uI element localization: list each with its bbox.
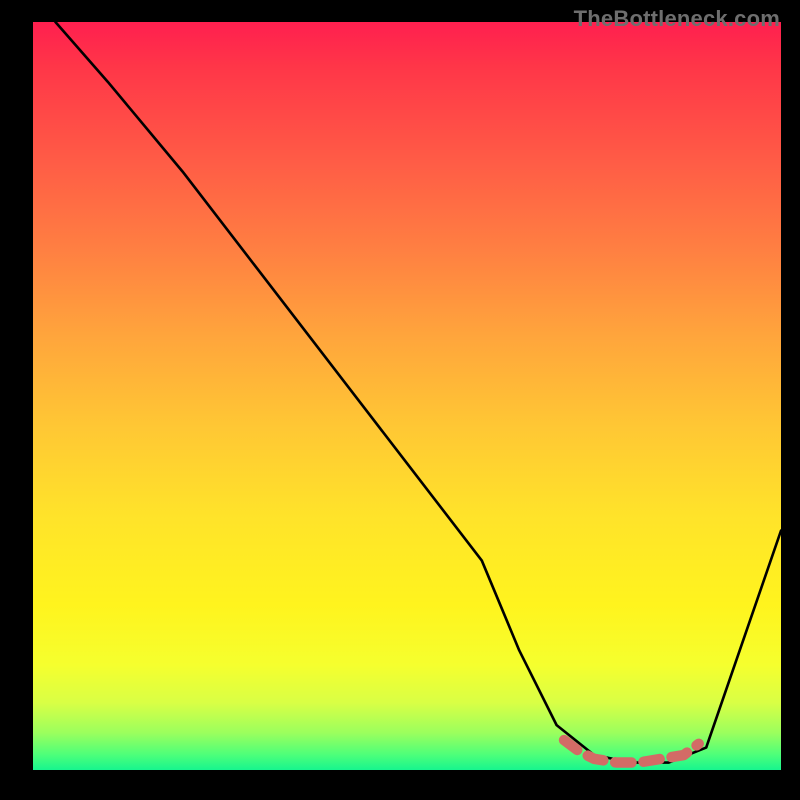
bottleneck-curve-path <box>55 22 781 763</box>
watermark-text: TheBottleneck.com <box>574 6 780 32</box>
plot-area <box>33 22 781 770</box>
chart-container: TheBottleneck.com <box>0 0 800 800</box>
line-chart-svg <box>33 22 781 770</box>
optimal-zone-path <box>564 740 699 762</box>
